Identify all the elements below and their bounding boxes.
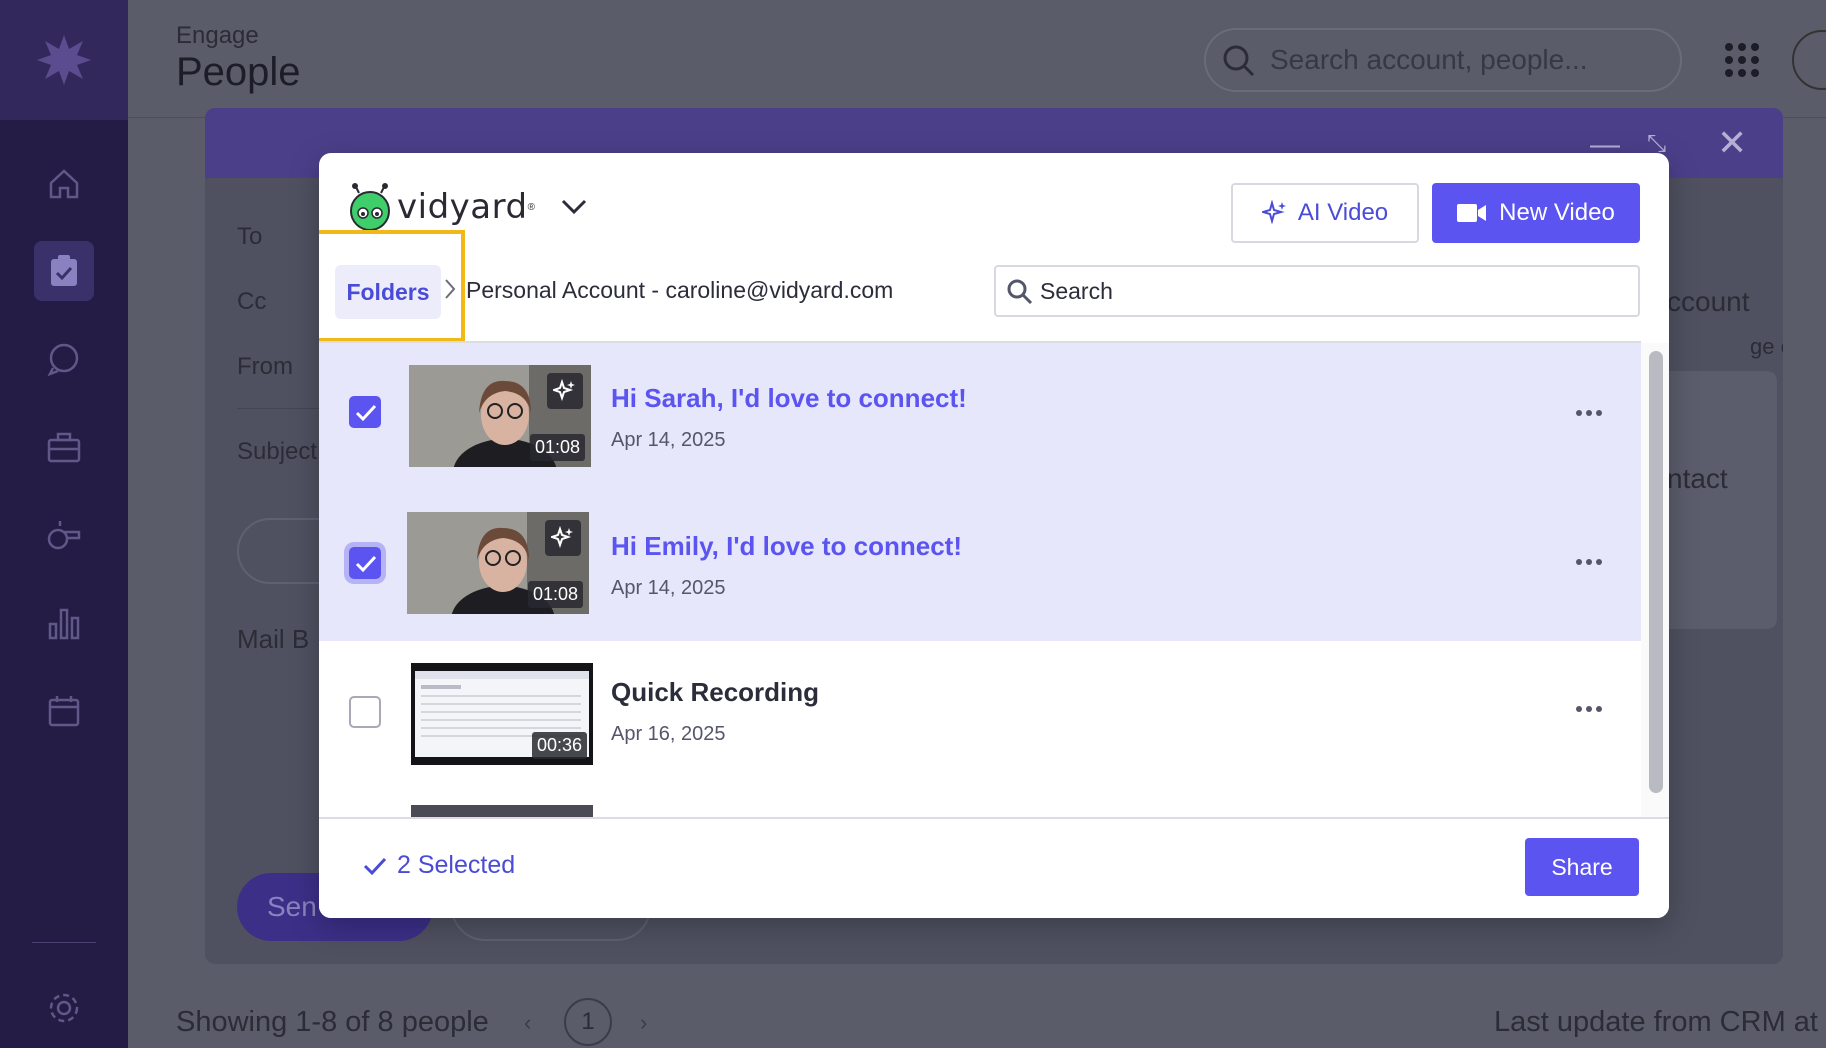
- video-checkbox[interactable]: [349, 547, 381, 579]
- app-grid-icon[interactable]: [1724, 42, 1760, 83]
- mail-body-label: Mail B: [237, 624, 310, 654]
- sidebar-divider: [32, 942, 96, 943]
- video-list: 01:08 Hi Sarah, I'd love to connect! Apr…: [319, 341, 1641, 817]
- vidyard-video-picker: vidyard ® AI Video New Video Folders Per…: [319, 153, 1669, 918]
- selected-count[interactable]: 2 Selected: [363, 851, 515, 880]
- calendar-icon[interactable]: [34, 681, 94, 741]
- ai-sparkle-icon: [547, 373, 583, 409]
- vidyard-robot-icon: [350, 183, 390, 231]
- to-label: To: [237, 223, 263, 250]
- video-date: Apr 16, 2025: [611, 723, 726, 745]
- contact-label: ntact: [1667, 463, 1728, 494]
- video-date: Apr 14, 2025: [611, 577, 726, 599]
- video-title[interactable]: Hi Sarah, I'd love to connect!: [611, 383, 967, 414]
- more-options-icon[interactable]: [1569, 699, 1609, 719]
- registered-mark: ®: [527, 201, 535, 213]
- video-duration: 00:36: [531, 732, 587, 759]
- more-options-icon[interactable]: [1569, 403, 1609, 423]
- video-search-placeholder: Search: [1040, 277, 1113, 304]
- global-search-input[interactable]: Search account, people...: [1204, 28, 1682, 92]
- checkmark-icon: [355, 555, 377, 573]
- video-duration: 01:08: [527, 581, 583, 608]
- scrollbar-thumb[interactable]: [1649, 351, 1663, 793]
- video-row[interactable]: 01:08 Hi Sarah, I'd love to connect! Apr…: [319, 343, 1641, 492]
- prev-page-icon[interactable]: ‹: [524, 1010, 531, 1036]
- whistle-icon[interactable]: [34, 505, 94, 565]
- video-camera-icon: [1457, 204, 1487, 222]
- video-title[interactable]: Quick Recording: [611, 677, 819, 708]
- share-button[interactable]: Share: [1525, 838, 1639, 896]
- subject-label: Subject: [237, 438, 318, 465]
- video-search-input[interactable]: Search: [994, 265, 1640, 317]
- analytics-icon[interactable]: [34, 593, 94, 653]
- section-label: Engage: [176, 22, 259, 49]
- video-title[interactable]: Hi Emily, I'd love to connect!: [611, 531, 962, 562]
- account-label: ccount: [1667, 286, 1750, 317]
- video-row[interactable]: 01:08 Hi Emily, I'd love to connect! Apr…: [319, 492, 1641, 641]
- video-date: Apr 14, 2025: [611, 429, 726, 451]
- search-icon: [1006, 278, 1034, 312]
- ai-video-button[interactable]: AI Video: [1231, 183, 1419, 243]
- ai-sparkle-icon: [545, 520, 581, 556]
- global-search-placeholder: Search account, people...: [1270, 44, 1588, 75]
- vidyard-wordmark: vidyard: [397, 187, 528, 227]
- cc-label: Cc: [237, 288, 267, 315]
- account-switch-chevron-icon[interactable]: [561, 199, 587, 220]
- vidyard-logo: vidyard ®: [347, 183, 535, 231]
- checkmark-icon: [363, 857, 387, 875]
- new-video-button[interactable]: New Video: [1432, 183, 1640, 243]
- search-icon: [1222, 44, 1256, 85]
- page-number-button[interactable]: 1: [564, 998, 612, 1046]
- breadcrumb-current-folder: Personal Account - caroline@vidyard.com: [466, 277, 894, 303]
- video-thumbnail[interactable]: 01:08: [407, 512, 589, 614]
- video-checkbox[interactable]: [349, 396, 381, 428]
- settings-gear-icon[interactable]: [34, 978, 94, 1038]
- selected-count-label: 2 Selected: [397, 851, 516, 879]
- from-label: From: [237, 353, 293, 380]
- new-video-label: New Video: [1499, 199, 1615, 226]
- sparkle-icon: [1261, 200, 1286, 225]
- highlight-annotation: [319, 230, 465, 342]
- tasks-icon[interactable]: [34, 241, 94, 301]
- checkmark-icon: [355, 404, 377, 422]
- app-sidebar: [0, 0, 128, 1048]
- last-update-text: Last update from CRM at: [1494, 1006, 1818, 1038]
- video-thumbnail[interactable]: 01:08: [409, 365, 591, 467]
- video-row[interactable]: [319, 790, 1641, 817]
- more-options-icon[interactable]: [1569, 552, 1609, 572]
- close-icon[interactable]: ✕: [1717, 122, 1747, 164]
- briefcase-icon[interactable]: [34, 417, 94, 477]
- starburst-logo-icon: [37, 35, 91, 85]
- video-duration: 01:08: [529, 434, 585, 461]
- results-summary: Showing 1-8 of 8 people: [176, 1006, 489, 1038]
- video-row[interactable]: 00:36 Quick Recording Apr 16, 2025: [319, 641, 1641, 790]
- home-icon[interactable]: [34, 154, 94, 214]
- next-page-icon[interactable]: ›: [640, 1010, 647, 1036]
- engage-label: ge c: [1750, 334, 1783, 359]
- picker-footer: 2 Selected Share: [319, 817, 1669, 918]
- video-thumbnail[interactable]: 00:36: [411, 663, 593, 765]
- video-thumbnail[interactable]: [411, 805, 593, 817]
- app-logo[interactable]: [0, 0, 128, 120]
- video-checkbox[interactable]: [349, 696, 381, 728]
- ai-video-label: AI Video: [1297, 199, 1389, 226]
- conversations-icon[interactable]: [34, 329, 94, 389]
- page-title: People: [176, 50, 301, 94]
